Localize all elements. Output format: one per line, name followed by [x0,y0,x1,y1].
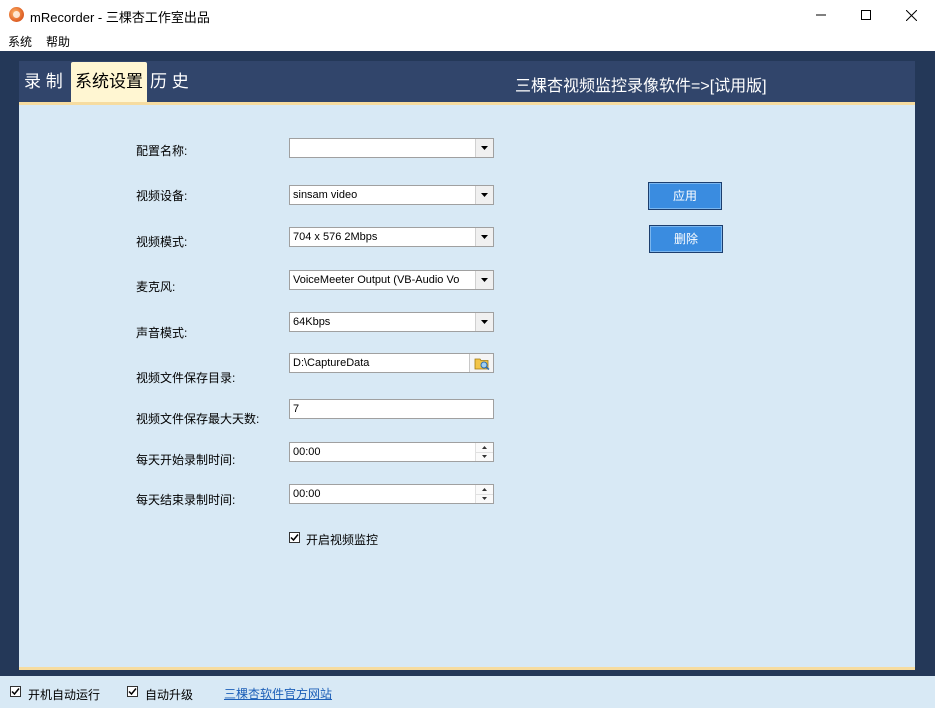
title-bar: mRecorder - 三棵杏工作室出品 [0,0,935,30]
microphone-value: VoiceMeeter Output (VB-Audio Vo [293,271,459,289]
minimize-icon [816,10,826,20]
max-days-value: 7 [293,400,299,418]
video-mode-label: 视频模式: [136,233,187,250]
menu-help[interactable]: 帮助 [46,33,70,50]
checkmark-icon [11,687,20,696]
video-device-label: 视频设备: [136,187,187,204]
end-time-input[interactable]: 00:00 [289,484,494,504]
brand-title: 三棵杏视频监控录像软件=>[试用版] [515,72,767,96]
save-dir-value: D:\CaptureData [293,354,369,372]
autoupdate-label[interactable]: 自动升级 [145,686,193,703]
save-dir-input[interactable]: D:\CaptureData [289,353,494,373]
menu-system[interactable]: 系统 [8,33,32,50]
max-days-input[interactable]: 7 [289,399,494,419]
start-time-spinner[interactable] [475,443,493,461]
checkmark-icon [128,687,137,696]
chevron-down-icon[interactable] [475,186,493,204]
enable-monitor-label[interactable]: 开启视频监控 [306,531,378,548]
audio-mode-value: 64Kbps [293,313,330,331]
save-dir-label: 视频文件保存目录: [136,369,235,386]
minimize-button[interactable] [798,0,844,30]
autoupdate-checkbox[interactable] [127,686,138,697]
website-link[interactable]: 三棵杏软件官方网站 [224,685,332,702]
tab-record[interactable]: 录 制 [24,62,63,102]
end-time-spinner[interactable] [475,485,493,503]
close-icon [906,10,917,21]
audio-mode-label: 声音模式: [136,324,187,341]
tab-settings[interactable]: 系统设置 [71,62,147,102]
config-name-label: 配置名称: [136,142,187,159]
delete-button[interactable]: 删除 [649,225,723,253]
spin-down-icon[interactable] [476,452,493,461]
chevron-down-icon[interactable] [475,271,493,289]
microphone-label: 麦克风: [136,278,175,295]
chevron-down-icon[interactable] [475,139,493,157]
spin-down-icon[interactable] [476,494,493,503]
video-mode-value: 704 x 576 2Mbps [293,228,377,246]
end-time-value: 00:00 [293,485,321,503]
apply-button[interactable]: 应用 [648,182,722,210]
video-device-combo[interactable]: sinsam video [289,185,494,205]
maximize-icon [861,10,871,20]
start-time-label: 每天开始录制时间: [136,451,235,468]
autostart-checkbox[interactable] [10,686,21,697]
close-button[interactable] [888,0,934,30]
status-bar [0,676,935,708]
chevron-down-icon[interactable] [475,313,493,331]
chevron-down-icon[interactable] [475,228,493,246]
folder-browse-icon[interactable] [469,354,493,372]
app-logo-icon [9,7,24,22]
microphone-combo[interactable]: VoiceMeeter Output (VB-Audio Vo [289,270,494,290]
video-device-value: sinsam video [293,186,357,204]
config-name-combo[interactable] [289,138,494,158]
video-mode-combo[interactable]: 704 x 576 2Mbps [289,227,494,247]
enable-monitor-checkbox[interactable] [289,532,300,543]
start-time-input[interactable]: 00:00 [289,442,494,462]
audio-mode-combo[interactable]: 64Kbps [289,312,494,332]
tab-history[interactable]: 历 史 [150,62,189,102]
end-time-label: 每天结束录制时间: [136,491,235,508]
menu-bar: 系统 帮助 [0,30,935,51]
start-time-value: 00:00 [293,443,321,461]
autostart-label[interactable]: 开机自动运行 [28,686,100,703]
window-title: mRecorder - 三棵杏工作室出品 [30,7,210,26]
checkmark-icon [290,533,299,542]
maximize-button[interactable] [843,0,889,30]
max-days-label: 视频文件保存最大天数: [136,410,259,427]
